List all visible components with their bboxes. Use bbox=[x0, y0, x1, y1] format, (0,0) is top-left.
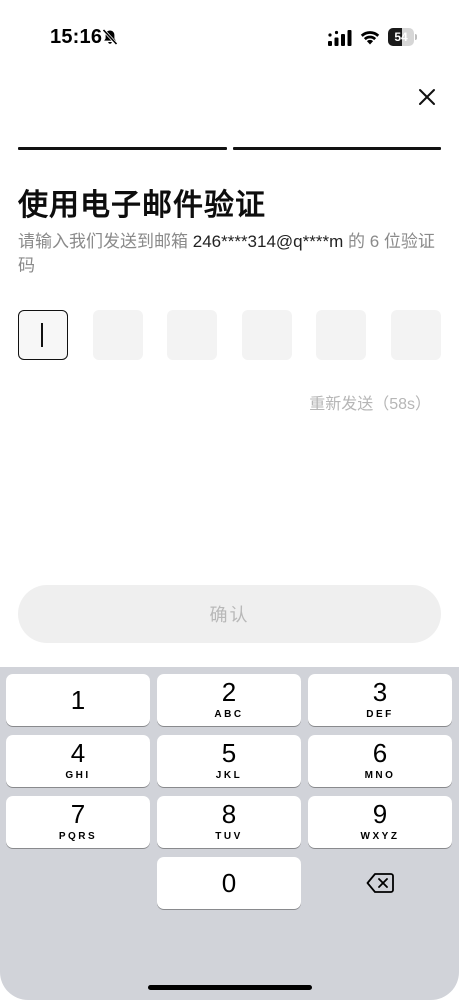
verification-screen: 15:16 54 使用电子邮件验证 请输入我们发送到邮箱 246****314@… bbox=[0, 0, 459, 1000]
backspace-icon bbox=[366, 873, 394, 893]
confirm-button[interactable]: 确认 bbox=[18, 585, 441, 643]
text-cursor bbox=[41, 323, 43, 347]
key-digit: 9 bbox=[372, 799, 388, 829]
key-3[interactable]: 3 DEF bbox=[308, 674, 452, 726]
key-7[interactable]: 7 PQRS bbox=[6, 796, 150, 848]
code-digit-box-3[interactable] bbox=[167, 310, 218, 360]
key-letters: GHI bbox=[65, 770, 91, 781]
key-letters: TUV bbox=[215, 831, 243, 842]
key-9[interactable]: 9 WXYZ bbox=[308, 796, 452, 848]
key-6[interactable]: 6 MNO bbox=[308, 735, 452, 787]
key-letters: PQRS bbox=[58, 831, 98, 842]
numeric-keyboard: 1 2 ABC 3 DEF 4 GHI 5 JKL 6 MNO 7 PQRS 8… bbox=[0, 667, 459, 1000]
resend-countdown[interactable]: 重新发送（58s） bbox=[309, 390, 431, 414]
key-5[interactable]: 5 JKL bbox=[157, 735, 301, 787]
key-letters: WXYZ bbox=[360, 831, 400, 842]
wifi-icon bbox=[360, 31, 380, 45]
key-digit: 0 bbox=[221, 868, 237, 898]
instruction-text: 请输入我们发送到邮箱 246****314@q****m 的 6 位验证码 bbox=[18, 230, 442, 278]
step-progress bbox=[18, 147, 441, 150]
key-digit: 3 bbox=[372, 677, 388, 707]
key-digit: 8 bbox=[221, 799, 237, 829]
key-8[interactable]: 8 TUV bbox=[157, 796, 301, 848]
status-bar: 15:16 54 bbox=[0, 0, 459, 70]
progress-step-2 bbox=[232, 147, 441, 150]
key-1[interactable]: 1 bbox=[6, 674, 150, 726]
key-0[interactable]: 0 bbox=[157, 857, 301, 909]
code-digit-box-1[interactable] bbox=[18, 310, 68, 360]
instruction-prefix: 请输入我们发送到邮箱 bbox=[18, 232, 193, 251]
battery-icon: 54 bbox=[388, 28, 418, 46]
masked-email: 246****314@q****m bbox=[192, 232, 344, 251]
key-letters: ABC bbox=[214, 709, 244, 720]
key-digit: 7 bbox=[70, 799, 86, 829]
code-digit-box-6[interactable] bbox=[391, 310, 441, 360]
page-title: 使用电子邮件验证 bbox=[18, 189, 266, 222]
key-letters: MNO bbox=[364, 770, 396, 781]
key-digit: 1 bbox=[70, 685, 86, 715]
cellular-signal-icon bbox=[328, 30, 352, 46]
key-4[interactable]: 4 GHI bbox=[6, 735, 150, 787]
key-digit: 5 bbox=[221, 738, 237, 768]
key-letters: JKL bbox=[215, 770, 243, 781]
battery-level: 54 bbox=[394, 30, 408, 44]
key-digit: 2 bbox=[221, 677, 237, 707]
key-digit: 6 bbox=[372, 738, 388, 768]
code-input-row bbox=[18, 310, 441, 360]
key-letters: DEF bbox=[366, 709, 394, 720]
delete-key[interactable] bbox=[308, 857, 452, 909]
key-digit: 4 bbox=[70, 738, 86, 768]
progress-step-1 bbox=[18, 147, 227, 150]
status-time: 15:16 bbox=[50, 26, 103, 48]
close-button[interactable] bbox=[412, 82, 442, 112]
key-2[interactable]: 2 ABC bbox=[157, 674, 301, 726]
home-indicator[interactable] bbox=[148, 985, 312, 990]
code-digit-box-5[interactable] bbox=[316, 310, 367, 360]
close-icon bbox=[419, 89, 435, 105]
bell-muted-icon bbox=[102, 28, 118, 46]
code-digit-box-2[interactable] bbox=[92, 310, 143, 360]
code-digit-box-4[interactable] bbox=[241, 310, 292, 360]
